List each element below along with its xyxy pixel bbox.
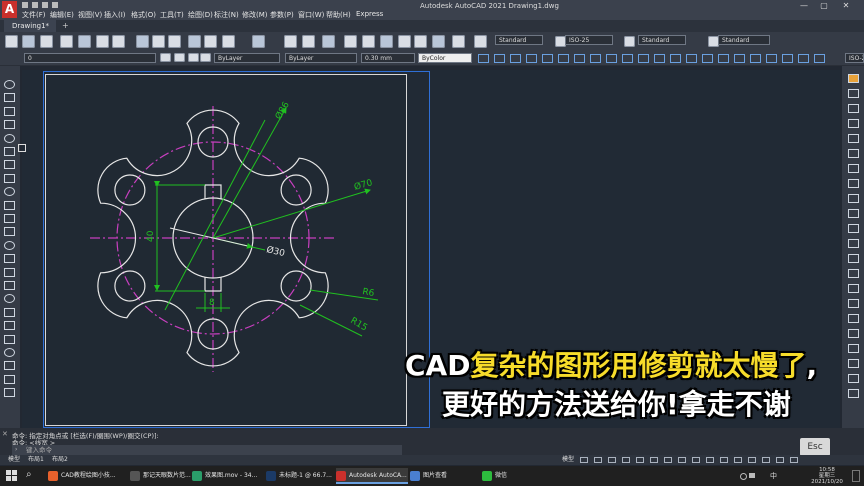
search-icon[interactable]: ⌕ [26, 469, 32, 480]
image-viewer-icon [410, 470, 420, 481]
dimension-lines [154, 107, 379, 337]
status-toggle-icon-13[interactable] [762, 457, 770, 463]
taskbar-item-photoshop[interactable]: 未标题-1 @ 66.7... [266, 468, 334, 484]
dim-30-label: Ø30 [265, 244, 286, 259]
taskbar-item-autocad[interactable]: Autodesk AutoCA... [336, 468, 408, 484]
clock[interactable]: 10:58 星期三 2021/10/20 [805, 467, 849, 485]
subtitle-line-2: 更好的方法送给你!拿走不谢 [442, 388, 791, 421]
bolt-hole [114, 270, 146, 302]
taskbar-item-wechat[interactable]: 微信 [482, 468, 542, 484]
photoshop-icon [266, 470, 276, 481]
taskbar-item-label: Autodesk AutoCA... [349, 472, 407, 479]
tab-layout1[interactable]: 布局1 [28, 455, 44, 465]
status-toggle-icon-7[interactable] [678, 457, 686, 463]
status-toggle-icon-3[interactable] [622, 457, 630, 463]
dim-r6-label: R6 [361, 287, 375, 299]
command-prompt-icon: › [15, 446, 18, 453]
status-toggle-icon-12[interactable] [748, 457, 756, 463]
windows-start-icon[interactable] [6, 470, 17, 481]
status-toggle-icon-4[interactable] [636, 457, 644, 463]
tab-layout2[interactable]: 布局2 [52, 455, 68, 465]
taskbar-item-label: 那记天眼数片范... [143, 472, 191, 479]
subtitle-highlight: 复杂的图形用修剪就太慢了 [470, 349, 807, 382]
status-toggle-icon-6[interactable] [664, 457, 672, 463]
taskbar-item-image-viewer[interactable]: 图片查看 [410, 468, 480, 484]
volume-icon[interactable] [749, 473, 755, 478]
status-model-button[interactable]: 模型 [562, 455, 574, 465]
taskbar-item-browser[interactable]: CAD教程绘图小技... [48, 468, 128, 484]
bolt-hole [280, 174, 312, 206]
status-toggle-icon-2[interactable] [608, 457, 616, 463]
status-toggle-icon-15[interactable] [790, 457, 798, 463]
taskbar-item-video[interactable]: 效果图.mov - 34... [192, 468, 262, 484]
status-toggle-icon-1[interactable] [594, 457, 602, 463]
status-toggle-icon-9[interactable] [706, 457, 714, 463]
esc-key-badge: Esc [800, 438, 830, 456]
system-tray-icons[interactable] [740, 472, 764, 480]
dim-8-label: 8 [209, 298, 215, 308]
wechat-icon [482, 470, 492, 481]
taskbar-item-notes[interactable]: 那记天眼数片范... [130, 468, 191, 484]
dim-86-label: Ø86 [273, 100, 292, 122]
status-toggle-icon-0[interactable] [580, 457, 588, 463]
ime-indicator[interactable]: 中 [770, 471, 777, 481]
notes-icon [130, 470, 140, 481]
notification-icon[interactable] [852, 470, 860, 482]
autocad-icon [336, 470, 346, 481]
taskbar-item-label: 效果图.mov - 34... [205, 472, 258, 479]
subtitle-cad: CAD [405, 349, 471, 382]
taskbar-item-label: CAD教程绘图小技... [61, 472, 116, 479]
video-icon [192, 470, 202, 481]
clock-date: 2021/10/20 [811, 479, 843, 485]
browser-icon [48, 470, 58, 481]
status-toggle-icon-10[interactable] [720, 457, 728, 463]
dim-40-label: 40 [146, 230, 156, 242]
taskbar-item-label: 未标题-1 @ 66.7... [279, 472, 332, 479]
subtitle-line-1: CAD复杂的图形用修剪就太慢了, [405, 349, 817, 383]
taskbar-item-label: 图片查看 [423, 472, 448, 479]
status-toggle-icon-11[interactable] [734, 457, 742, 463]
wifi-icon[interactable] [740, 473, 747, 480]
dim-86-leader [212, 107, 287, 239]
tab-model[interactable]: 模型 [8, 455, 20, 465]
command-close-icon[interactable]: ✕ [2, 430, 8, 438]
dim-70-label: Ø70 [353, 177, 374, 193]
subtitle-comma: , [806, 349, 818, 382]
status-toggle-icon-8[interactable] [692, 457, 700, 463]
center-lines [90, 106, 336, 372]
status-toggle-icon-14[interactable] [776, 457, 784, 463]
taskbar-item-label: 微信 [495, 472, 508, 479]
command-input[interactable]: 键入命令 [12, 445, 402, 455]
status-toggle-icon-5[interactable] [650, 457, 658, 463]
